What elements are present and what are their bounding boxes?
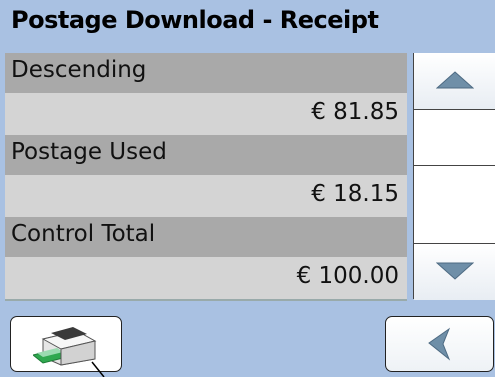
back-arrow-icon (428, 327, 451, 361)
screen: Postage Download - Receipt Descending € … (0, 0, 495, 377)
back-button[interactable] (385, 316, 494, 372)
